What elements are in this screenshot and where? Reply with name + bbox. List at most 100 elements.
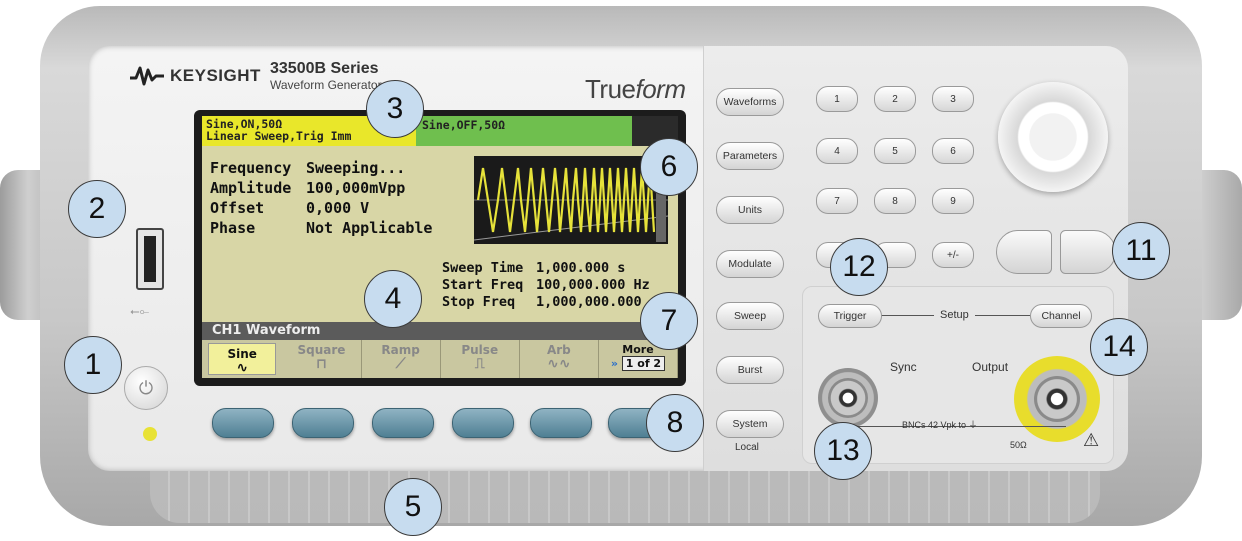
sweep-row: Stop Freq 1,000,000.000: [442, 294, 650, 311]
softkey-label: Ramp: [381, 343, 420, 357]
key-2[interactable]: 2: [874, 86, 916, 112]
softkey-label: Sine: [227, 347, 257, 361]
callout-4: 4: [364, 270, 422, 328]
square-wave-icon: ⊓: [315, 356, 328, 372]
param-row: Phase Not Applicable: [210, 218, 432, 238]
display-screen: Sine,ON,50Ω Linear Sweep,Trig Imm Sine,O…: [202, 116, 678, 378]
output-label: Output: [972, 360, 1009, 374]
callout-6: 6: [640, 138, 698, 196]
channel-bar: CH1 Waveform: [202, 322, 678, 340]
model-subtitle: Waveform Generator: [270, 78, 382, 92]
brand: KEYSIGHT: [130, 66, 261, 86]
modulate-button[interactable]: Modulate: [716, 250, 784, 278]
param-value: Not Applicable: [306, 219, 433, 237]
sweep-label: Sweep Time: [442, 260, 524, 276]
impedance-label: 50Ω: [1010, 440, 1027, 450]
callout-1: 1: [64, 336, 122, 394]
key-plus-minus[interactable]: +/-: [932, 242, 974, 268]
param-label: Amplitude: [210, 179, 292, 197]
output-bnc-inner: [1034, 376, 1080, 422]
setup-label: Setup: [934, 309, 975, 321]
bnc-voltage-note: BNCs 42 Vpk to ⏚: [902, 420, 978, 430]
key-6[interactable]: 6: [932, 138, 974, 164]
softkey-button-3[interactable]: [372, 408, 434, 438]
rotary-knob[interactable]: [998, 82, 1108, 192]
sync-bnc-inner: [828, 378, 868, 418]
trueform-logo: Trueform: [585, 74, 686, 105]
pulse-wave-icon: ⎍: [474, 356, 485, 372]
sine-icon: ∿: [236, 360, 249, 376]
softkey-pulse[interactable]: Pulse ⎍: [441, 340, 520, 378]
sweep-value: 1,000,000.000: [536, 294, 642, 310]
softkey-button-1[interactable]: [212, 408, 274, 438]
local-label: Local: [735, 442, 759, 453]
right-arrow-key[interactable]: [1060, 230, 1116, 274]
param-value: 0,000 V: [306, 199, 370, 217]
channel-button[interactable]: Channel: [1030, 304, 1092, 328]
key-7[interactable]: 7: [816, 188, 858, 214]
trigger-button[interactable]: Trigger: [818, 304, 882, 328]
softkey-button-2[interactable]: [292, 408, 354, 438]
softkey-square[interactable]: Square ⊓: [282, 340, 362, 378]
key-9[interactable]: 9: [932, 188, 974, 214]
key-1[interactable]: 1: [816, 86, 858, 112]
trueform-italic: form: [635, 74, 687, 104]
key-3[interactable]: 3: [932, 86, 974, 112]
usb-icon: ⭠⟜: [130, 304, 150, 318]
callout-8: 8: [646, 394, 704, 452]
warning-icon: ⚠: [1083, 430, 1100, 450]
key-8[interactable]: 8: [874, 188, 916, 214]
bumper-grip: [150, 468, 1100, 523]
trueform-pre: True: [585, 74, 636, 104]
param-row: Frequency Sweeping...: [210, 158, 432, 178]
sweep-value: 100,000.000 Hz: [536, 277, 650, 293]
key-4[interactable]: 4: [816, 138, 858, 164]
callout-7: 7: [640, 292, 698, 350]
param-label: Frequency: [210, 159, 292, 177]
key-5[interactable]: 5: [874, 138, 916, 164]
sweep-label: Stop Freq: [442, 294, 516, 310]
softkey-button-4[interactable]: [452, 408, 514, 438]
callout-3: 3: [366, 80, 424, 138]
page-indicator: 1 of 2: [621, 356, 666, 371]
param-value: Sweeping...: [306, 159, 406, 177]
brand-name: KEYSIGHT: [170, 66, 261, 85]
sync-bnc-connector[interactable]: [818, 368, 878, 428]
softkey-ramp[interactable]: Ramp ⟋: [362, 340, 441, 378]
callout-2: 2: [68, 180, 126, 238]
softkey-arb[interactable]: Arb ∿∿: [520, 340, 599, 378]
param-label: Phase: [210, 219, 256, 237]
callout-12: 12: [830, 238, 888, 296]
ch2-status[interactable]: Sine,OFF,50Ω: [416, 116, 632, 146]
parameters-button[interactable]: Parameters: [716, 142, 784, 170]
burst-button[interactable]: Burst: [716, 356, 784, 384]
double-chevron-right-icon: »: [610, 357, 618, 370]
param-row: Amplitude 100,000mVpp: [210, 178, 432, 198]
left-arrow-key[interactable]: [996, 230, 1052, 274]
sweep-value: 1,000.000 s: [536, 260, 626, 276]
waveforms-button[interactable]: Waveforms: [716, 88, 784, 116]
softkey-label: Pulse: [461, 343, 499, 357]
softkey-label: Square: [297, 343, 346, 357]
softkey-sine[interactable]: Sine ∿: [208, 343, 277, 376]
sweep-row: Sweep Time 1,000.000 s: [442, 260, 650, 277]
arb-wave-icon: ∿∿: [547, 356, 571, 372]
ramp-wave-icon: ⟋: [395, 356, 406, 372]
sweep-button[interactable]: Sweep: [716, 302, 784, 330]
softkey-button-5[interactable]: [530, 408, 592, 438]
callout-5: 5: [384, 478, 442, 536]
softkey-labels: Sine ∿ Square ⊓ Ramp ⟋ Pulse ⎍ Arb ∿∿ More » 1…: [202, 340, 678, 378]
callout-14: 14: [1090, 318, 1148, 376]
keysight-wave-icon: [130, 66, 164, 86]
sweep-parameters: Sweep Time 1,000.000 s Start Freq 100,000.…: [442, 260, 650, 311]
sweep-row: Start Freq 100,000.000 Hz: [442, 277, 650, 294]
softkey-label: Arb: [546, 343, 571, 357]
param-value: 100,000mVpp: [306, 179, 406, 197]
system-button[interactable]: System: [716, 410, 784, 438]
units-button[interactable]: Units: [716, 196, 784, 224]
power-button[interactable]: ⏻: [124, 366, 168, 410]
param-row: Offset 0,000 V: [210, 198, 432, 218]
usb-port[interactable]: [136, 228, 164, 290]
softkey-label: More: [622, 343, 654, 356]
waveform-preview: [474, 156, 668, 244]
